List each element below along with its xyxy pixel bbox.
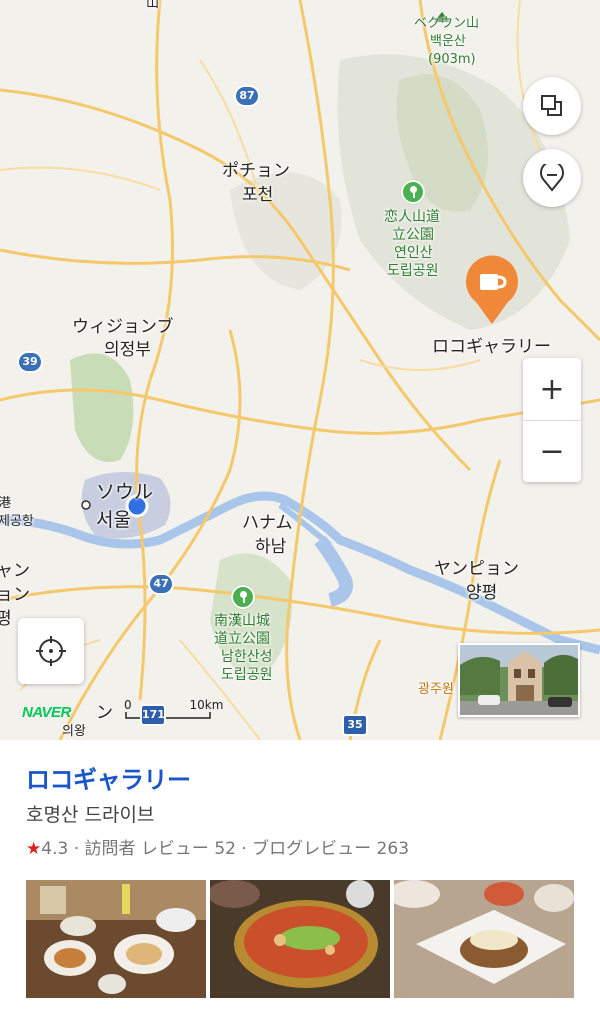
zoom-in-button[interactable]: + bbox=[523, 358, 581, 420]
label-park2-jp2: 道立公園 bbox=[214, 631, 270, 647]
current-location-button[interactable] bbox=[18, 618, 84, 684]
label-edge: ン bbox=[96, 703, 113, 723]
label-edge: ョン bbox=[0, 585, 30, 605]
scale-zero: 0 bbox=[124, 698, 132, 712]
road-badge: 87 bbox=[234, 85, 260, 107]
street-view-image bbox=[460, 645, 578, 715]
label-seoul-kr: 서울 bbox=[96, 509, 131, 531]
label-baekun-jp: ベクウン山 bbox=[414, 16, 480, 31]
map-view[interactable]: ベクウン山 백운산 (903m) ポチョン 포천 恋人山道 立公園 연인산 도립… bbox=[0, 0, 600, 740]
label-pocheon-jp: ポチョン bbox=[222, 161, 290, 181]
place-marker[interactable] bbox=[464, 254, 520, 326]
label-edge: ャン bbox=[0, 561, 30, 581]
layers-icon bbox=[541, 95, 562, 116]
place-subtitle: 호명산 드라이브 bbox=[26, 804, 155, 826]
label-yangpyeong-jp: ヤンピョン bbox=[434, 559, 519, 579]
label-park1-jp2: 立公園 bbox=[392, 227, 434, 243]
cafe-pin-icon bbox=[466, 255, 518, 324]
rating-value: 4.3 bbox=[41, 839, 69, 859]
label-edge: 제공항 bbox=[0, 514, 34, 529]
location-pin-icon bbox=[540, 164, 564, 192]
photo-strip bbox=[26, 880, 574, 998]
label-hanam-kr: 하남 bbox=[255, 537, 287, 557]
label-edge: 의왕 bbox=[62, 724, 86, 739]
label-yangpyeong-kr: 양평 bbox=[466, 583, 498, 603]
road-badge: 39 bbox=[17, 351, 43, 373]
photo-2[interactable] bbox=[210, 880, 390, 998]
label-place-marker[interactable]: ロコギャラリー bbox=[432, 336, 551, 358]
food-photo bbox=[394, 880, 574, 998]
label-uijeongbu-kr: 의정부 bbox=[104, 340, 151, 360]
label-park1-kr: 연인산 bbox=[394, 245, 433, 261]
label-uijeongbu-jp: ウィジョンブ bbox=[72, 317, 174, 337]
label-baekun-height: (903m) bbox=[428, 52, 476, 67]
park-icon bbox=[401, 180, 425, 204]
label-edge: 평 bbox=[0, 609, 12, 629]
label-baekun-kr: 백운산 bbox=[430, 34, 466, 49]
park-icon bbox=[231, 585, 255, 609]
label-hanam-jp: ハナム bbox=[242, 513, 293, 533]
star-icon: ★ bbox=[26, 839, 42, 859]
place-rating-meta: ★4.3 · 訪問者 レビュー 52 · ブログレビュー 263 bbox=[26, 834, 409, 859]
place-pin-button[interactable] bbox=[523, 149, 581, 207]
label-park1-kr2: 도립공원 bbox=[387, 263, 439, 279]
label-gwangju: 광주원 bbox=[418, 682, 454, 697]
place-info-panel[interactable]: ロコギャラリー 호명산 드라이브 ★4.3 · 訪問者 レビュー 52 · ブロ… bbox=[0, 740, 600, 1024]
photo-1[interactable] bbox=[26, 880, 206, 998]
road-badge: 35 bbox=[342, 714, 368, 736]
label-park2-kr2: 도립공원 bbox=[221, 667, 273, 683]
review-counts: · 訪問者 レビュー 52 · ブログレビュー 263 bbox=[68, 839, 410, 859]
label-park1-jp: 恋人山道 bbox=[384, 209, 440, 225]
food-photo bbox=[210, 880, 390, 998]
photo-3[interactable] bbox=[394, 880, 574, 998]
scale-label: 10km bbox=[189, 698, 224, 712]
road-badge: 47 bbox=[148, 573, 174, 595]
label-seoul-jp: ソウル bbox=[96, 481, 154, 503]
label-edge: 港 bbox=[0, 496, 12, 511]
label-park2-jp: 南漢山城 bbox=[214, 613, 270, 629]
scale-bar: 0 10km bbox=[124, 698, 223, 712]
layers-button[interactable] bbox=[523, 77, 581, 135]
label-edge-top: 山 bbox=[146, 0, 160, 11]
label-park2-kr: 남한산성 bbox=[221, 649, 273, 665]
naver-logo: NAVER bbox=[22, 704, 71, 721]
zoom-out-button[interactable]: − bbox=[523, 420, 581, 482]
street-view-thumbnail[interactable] bbox=[458, 643, 580, 717]
zoom-control: + − bbox=[523, 358, 581, 482]
place-title[interactable]: ロコギャラリー bbox=[26, 760, 191, 795]
map-terrain bbox=[0, 0, 600, 740]
label-pocheon-kr: 포천 bbox=[242, 185, 274, 205]
food-photo bbox=[26, 880, 206, 998]
crosshair-icon bbox=[36, 636, 66, 666]
